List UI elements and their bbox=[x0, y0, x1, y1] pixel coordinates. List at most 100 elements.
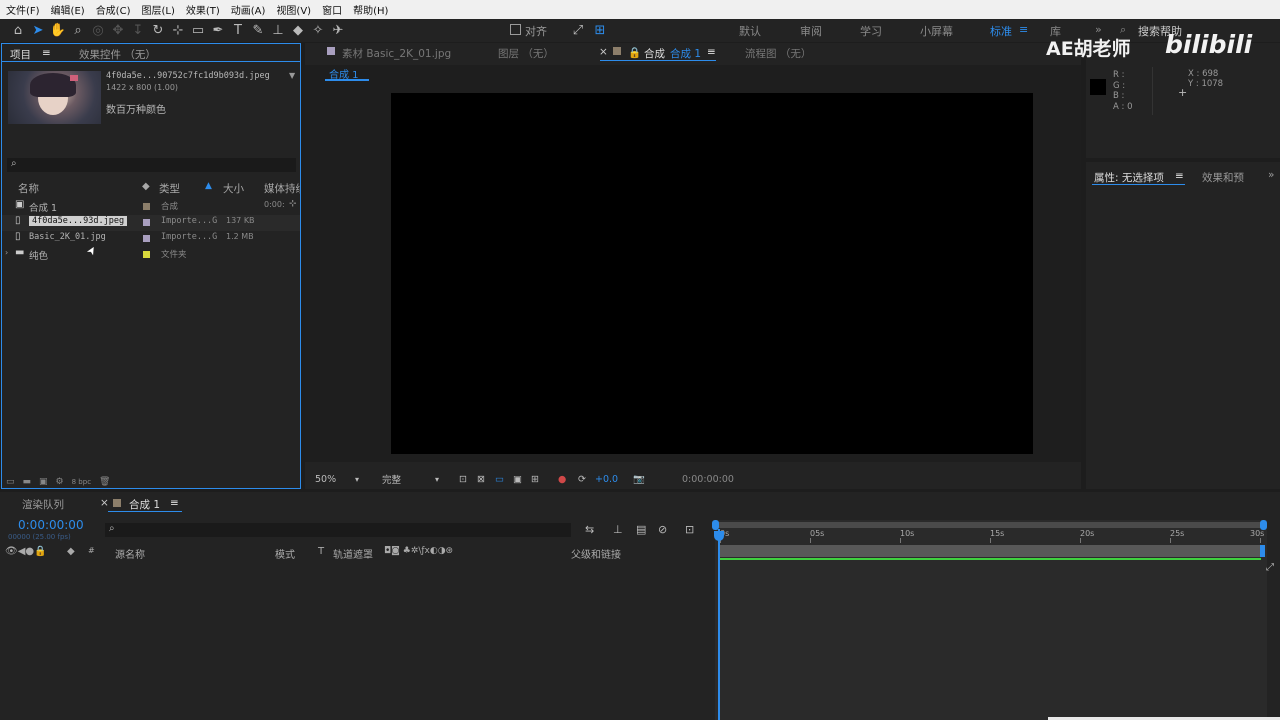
label-column-icon[interactable]: ◆ bbox=[67, 546, 75, 557]
project-search-input[interactable]: ⌕ bbox=[7, 158, 296, 172]
current-time-indicator[interactable] bbox=[718, 529, 720, 720]
mask-visibility-icon[interactable]: ▭ bbox=[495, 474, 504, 485]
menu-item[interactable]: 视图(V) bbox=[276, 2, 311, 17]
workspace-learn[interactable]: 学习 bbox=[860, 23, 882, 39]
sort-ascending-icon[interactable]: ▲ bbox=[205, 181, 212, 191]
align-checkbox[interactable] bbox=[510, 24, 521, 35]
expand-arrow-icon[interactable]: › bbox=[5, 248, 8, 257]
draft-3d-icon[interactable]: ⊥ bbox=[613, 523, 623, 536]
frame-blending-icon[interactable]: ⊘ bbox=[658, 523, 667, 536]
properties-menu-icon[interactable]: ≡ bbox=[1175, 170, 1184, 182]
menu-item[interactable]: 效果(T) bbox=[186, 2, 220, 17]
menu-item[interactable]: 动画(A) bbox=[231, 2, 266, 17]
orbit-tool-icon[interactable]: ◎ bbox=[88, 21, 108, 41]
workspace-standard[interactable]: 标准 bbox=[990, 23, 1012, 39]
tab-effects-presets[interactable]: 效果和预 bbox=[1202, 170, 1244, 185]
home-icon[interactable]: ⌂ bbox=[8, 21, 28, 41]
reset-exposure-icon[interactable]: ⟳ bbox=[578, 474, 586, 485]
resolution-dropdown-arrow-icon[interactable]: ▾ bbox=[435, 475, 439, 484]
playhead-handle[interactable] bbox=[714, 531, 724, 541]
new-composition-icon[interactable]: ▣ bbox=[39, 477, 48, 487]
av-features-icon[interactable]: 👁◀●🔒 bbox=[5, 546, 47, 557]
snapshot-icon[interactable]: 📷 bbox=[633, 474, 645, 485]
more-panels-icon[interactable]: » bbox=[1268, 169, 1274, 181]
tab-timeline-comp[interactable]: 合成 1 bbox=[129, 497, 160, 512]
timeline-menu-icon[interactable]: ≡ bbox=[170, 497, 179, 509]
tab-composition[interactable]: 合成 bbox=[644, 46, 665, 61]
interpret-footage-icon[interactable]: ▭ bbox=[6, 477, 15, 487]
tab-effect-controls[interactable]: 效果控件 （无） bbox=[79, 47, 156, 62]
lock-icon[interactable]: 🔒 bbox=[628, 46, 641, 59]
flowchart-icon[interactable]: ⊹ bbox=[289, 199, 297, 209]
region-of-interest-icon[interactable]: ▣ bbox=[513, 474, 522, 485]
exposure-value[interactable]: +0.0 bbox=[595, 474, 618, 485]
column-mode[interactable]: 模式 bbox=[275, 546, 295, 561]
switches-icons[interactable]: ◘◙ ♣✲\ƒx◐◑⊛ bbox=[384, 546, 453, 556]
tab-render-queue[interactable]: 渲染队列 bbox=[22, 497, 64, 512]
new-folder-icon[interactable]: ▬ bbox=[23, 477, 32, 487]
project-item[interactable]: › ▬ 纯色 文件夹 bbox=[2, 247, 300, 263]
column-track-matte[interactable]: 轨道遮罩 bbox=[333, 546, 373, 561]
stamp-tool-icon[interactable]: ⊥ bbox=[268, 21, 288, 41]
menu-item[interactable]: 合成(C) bbox=[96, 2, 131, 17]
menu-item[interactable]: 编辑(E) bbox=[51, 2, 85, 17]
project-menu-icon[interactable]: ≡ bbox=[42, 47, 51, 59]
menu-item[interactable]: 窗口 bbox=[322, 2, 342, 17]
column-size[interactable]: 大小 bbox=[223, 181, 244, 196]
composition-canvas[interactable] bbox=[391, 93, 1033, 454]
project-settings-icon[interactable]: ⚙ bbox=[56, 477, 64, 487]
graph-editor-icon[interactable]: ⊡ bbox=[685, 523, 694, 536]
rotate-tool-icon[interactable]: ↻ bbox=[148, 21, 168, 41]
layer-number-column[interactable]: # bbox=[88, 546, 95, 555]
tab-properties[interactable]: 属性: 无选择项 bbox=[1094, 170, 1164, 185]
timeline-current-time[interactable]: 0:00:00:00 bbox=[18, 518, 84, 532]
tab-footage[interactable]: 素材 Basic_2K_01.jpg bbox=[342, 46, 451, 61]
zoom-dropdown-arrow-icon[interactable]: ▾ bbox=[355, 475, 359, 484]
snap-grid-icon[interactable]: ⊞ bbox=[590, 20, 610, 40]
composition-duration-bar[interactable] bbox=[719, 545, 1261, 557]
workspace-default[interactable]: 默认 bbox=[739, 23, 761, 39]
tab-flowchart[interactable]: 流程图 （无） bbox=[745, 46, 811, 61]
current-time-display[interactable]: 0:00:00:00 bbox=[682, 474, 734, 485]
label-swatch[interactable] bbox=[143, 235, 150, 242]
dolly-tool-icon[interactable]: ↧ bbox=[128, 21, 148, 41]
label-swatch[interactable] bbox=[143, 203, 150, 210]
label-swatch[interactable] bbox=[143, 251, 150, 258]
tab-layer[interactable]: 图层 （无） bbox=[498, 46, 554, 61]
tab-project[interactable]: 项目 bbox=[10, 47, 31, 62]
selection-tool-icon[interactable]: ➤ bbox=[28, 21, 48, 41]
column-source-name[interactable]: 源名称 bbox=[115, 546, 145, 561]
zoom-dropdown[interactable]: 50% bbox=[315, 474, 336, 485]
pen-tool-icon[interactable]: ✒ bbox=[208, 21, 228, 41]
comp-menu-icon[interactable]: ≡ bbox=[707, 46, 716, 58]
hand-tool-icon[interactable]: ✋ bbox=[48, 21, 68, 41]
resolution-dropdown[interactable]: 完整 bbox=[382, 472, 401, 486]
project-item[interactable]: ▣ 合成 1 合成 0:00: ⊹ bbox=[2, 199, 300, 215]
menu-item[interactable]: 帮助(H) bbox=[353, 2, 388, 17]
close-tab-icon[interactable]: × bbox=[599, 46, 608, 58]
roto-tool-icon[interactable]: ✧ bbox=[308, 21, 328, 41]
fast-previews-icon[interactable]: ⊡ bbox=[459, 474, 467, 485]
trash-icon[interactable]: 🗑 bbox=[99, 477, 110, 487]
workspace-standard-menu-icon[interactable]: ≡ bbox=[1019, 23, 1028, 36]
pan-tool-icon[interactable]: ✥ bbox=[108, 21, 128, 41]
timeline-search-input[interactable]: ⌕ bbox=[105, 523, 571, 537]
transparency-grid-icon[interactable]: ⊠ bbox=[477, 474, 485, 485]
rectangle-tool-icon[interactable]: ▭ bbox=[188, 21, 208, 41]
bit-depth-label[interactable]: 8 bpc bbox=[72, 478, 91, 486]
pin-tool-icon[interactable]: ✈ bbox=[328, 21, 348, 41]
time-ruler[interactable]: 0s 05s 10s 15s 20s 25s 30s bbox=[715, 528, 1267, 544]
close-timeline-tab-icon[interactable]: × bbox=[100, 497, 109, 509]
menu-item[interactable]: 图层(L) bbox=[141, 2, 174, 17]
timeline-zoom-icon[interactable]: ⤢ bbox=[1266, 562, 1274, 573]
workspace-small-screen[interactable]: 小屏幕 bbox=[920, 23, 953, 39]
label-swatch[interactable] bbox=[143, 219, 150, 226]
guides-icon[interactable]: ⊞ bbox=[531, 474, 539, 485]
zoom-tool-icon[interactable]: ⌕ bbox=[68, 21, 88, 41]
column-t[interactable]: T bbox=[318, 546, 324, 557]
shy-layers-icon[interactable]: ▤ bbox=[636, 523, 646, 536]
comp-mini-flowchart-icon[interactable]: ⇆ bbox=[585, 523, 594, 536]
preview-dropdown-icon[interactable]: ▼ bbox=[289, 71, 295, 80]
column-name[interactable]: 名称 bbox=[18, 181, 39, 196]
workspace-review[interactable]: 审阅 bbox=[800, 23, 822, 39]
